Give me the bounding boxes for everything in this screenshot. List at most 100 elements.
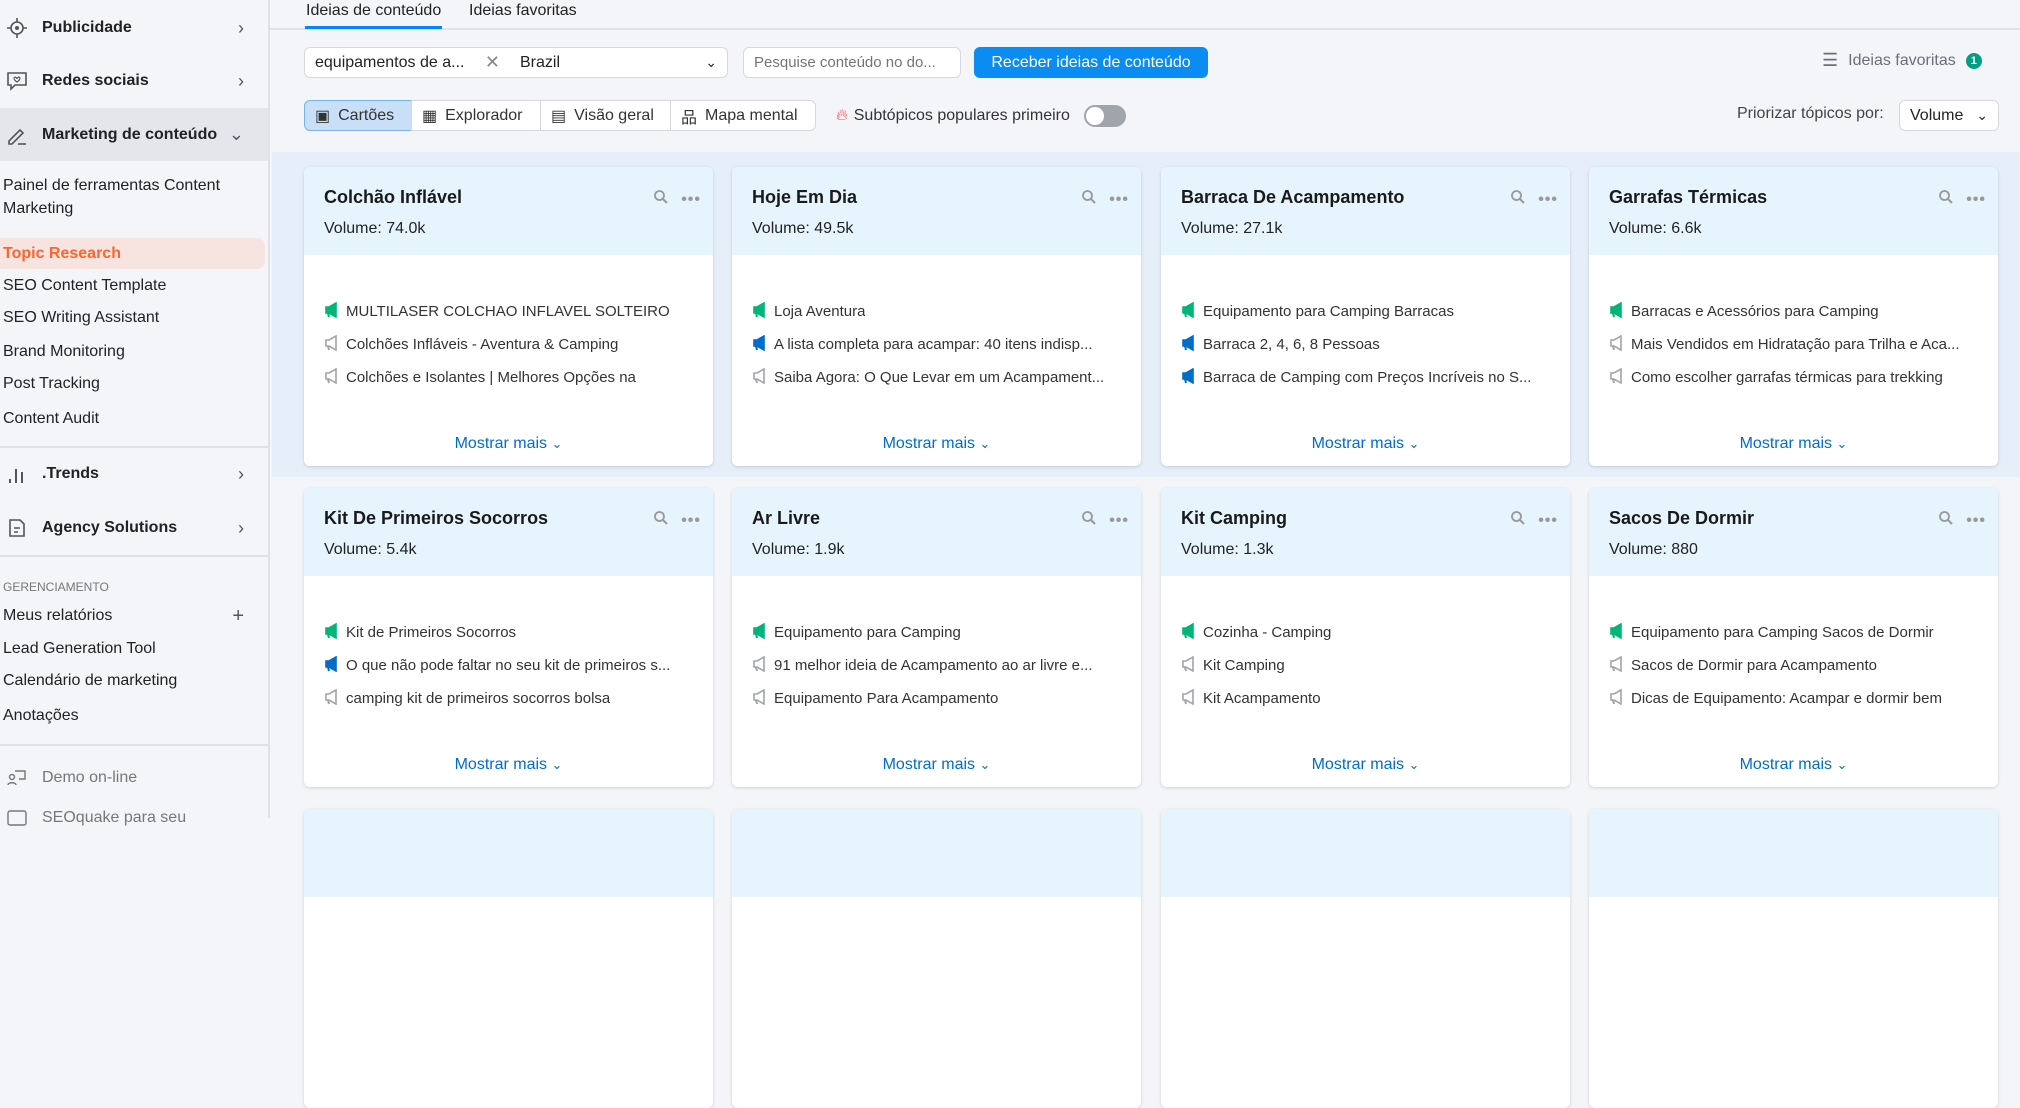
headline-item[interactable]: Mais Vendidos em Hidratação para Trilha … <box>1609 328 1978 361</box>
sidebar-item-agency-solutions[interactable]: Agency Solutions › <box>0 508 268 548</box>
plus-icon[interactable]: + <box>232 605 244 628</box>
headline-item[interactable]: Como escolher garrafas térmicas para tre… <box>1609 361 1978 394</box>
topic-card[interactable]: Sacos De Dormir Volume: 880 ••• Equipamen… <box>1589 488 1998 787</box>
show-more-link[interactable]: Mostrar mais ⌄ <box>304 435 713 453</box>
headline-item[interactable]: Equipamento para Camping Sacos de Dormir <box>1609 616 1978 649</box>
headline-item[interactable]: MULTILASER COLCHAO INFLAVEL SOLTEIRO <box>324 295 693 328</box>
more-options-icon[interactable]: ••• <box>1966 191 1986 209</box>
show-more-link[interactable]: Mostrar mais ⌄ <box>1161 756 1570 774</box>
search-icon[interactable] <box>1938 189 1954 210</box>
headline-item[interactable]: Kit de Primeiros Socorros <box>324 616 693 649</box>
headline-item[interactable]: Barraca 2, 4, 6, 8 Pessoas <box>1181 328 1550 361</box>
headline-item[interactable]: Sacos de Dormir para Acampamento <box>1609 649 1978 682</box>
show-more-link[interactable]: Mostrar mais ⌄ <box>1589 435 1998 453</box>
sidebar-item-painel[interactable]: Painel de ferramentas Content Marketing <box>0 174 268 220</box>
tab-ideias-favoritas[interactable]: Ideias favoritas <box>468 2 578 26</box>
sidebar-item-label: Painel de ferramentas Content Marketing <box>3 177 221 217</box>
headline-item[interactable]: Kit Acampamento <box>1181 682 1550 715</box>
topic-card[interactable]: Colchão Inflável Volume: 74.0k ••• MULTIL… <box>304 167 713 466</box>
topic-card[interactable]: Ar Livre Volume: 1.9k ••• Equipamento par… <box>732 488 1141 787</box>
topic-card[interactable]: Kit De Primeiros Socorros Volume: 5.4k ••… <box>304 488 713 787</box>
target-icon <box>7 18 27 38</box>
headline-list: Cozinha - Camping Kit Camping Kit Acampame… <box>1161 576 1570 715</box>
more-options-icon[interactable]: ••• <box>1109 512 1129 530</box>
more-options-icon[interactable]: ••• <box>681 191 701 209</box>
get-ideas-button[interactable]: Receber ideias de conteúdo <box>974 47 1208 78</box>
sidebar-item-brand-monitoring[interactable]: Brand Monitoring <box>0 340 268 364</box>
headline-text: A lista completa para acampar: 40 itens … <box>774 336 1093 353</box>
popular-subtopics-toggle[interactable]: 🔥︎ Subtópicos populares primeiro <box>836 105 1126 127</box>
domain-search-input[interactable] <box>743 47 961 78</box>
view-cards-button[interactable]: ▣ Cartões <box>304 100 412 131</box>
view-explorer-button[interactable]: ▦ Explorador <box>411 100 541 131</box>
search-icon[interactable] <box>653 189 669 210</box>
show-more-link[interactable]: Mostrar mais ⌄ <box>732 756 1141 774</box>
topic-card[interactable]: Hoje Em Dia Volume: 49.5k ••• Loja Aventu… <box>732 167 1141 466</box>
headline-item[interactable]: camping kit de primeiros socorros bolsa <box>324 682 693 715</box>
headline-item[interactable]: O que não pode faltar no seu kit de prim… <box>324 649 693 682</box>
headline-item[interactable]: Dicas de Equipamento: Acampar e dormir b… <box>1609 682 1978 715</box>
fire-icon: 🔥︎ <box>836 107 848 124</box>
sidebar-item-content-audit[interactable]: Content Audit <box>0 407 268 431</box>
view-mindmap-button[interactable]: 品 Mapa mental <box>670 100 816 131</box>
show-more-link[interactable]: Mostrar mais ⌄ <box>304 756 713 774</box>
headline-item[interactable]: Barraca de Camping com Preços Incríveis … <box>1181 361 1550 394</box>
search-icon[interactable] <box>1081 189 1097 210</box>
headline-text: Cozinha - Camping <box>1203 624 1332 641</box>
sidebar-item-lead-generation[interactable]: Lead Generation Tool <box>0 637 268 661</box>
headline-item[interactable]: Cozinha - Camping <box>1181 616 1550 649</box>
search-icon[interactable] <box>1510 510 1526 531</box>
headline-item[interactable]: Equipamento para Camping Barracas <box>1181 295 1550 328</box>
sidebar-item-seo-content-template[interactable]: SEO Content Template <box>0 274 268 298</box>
show-more-link[interactable]: Mostrar mais ⌄ <box>732 435 1141 453</box>
sidebar-item-demo[interactable]: Demo on-line <box>0 758 268 798</box>
sidebar-item-topic-research[interactable]: Topic Research <box>0 238 265 269</box>
topic-card[interactable]: Garrafas Térmicas Volume: 6.6k ••• Barrac… <box>1589 167 1998 466</box>
sort-select[interactable]: Volume ⌄ <box>1899 100 1999 131</box>
headline-item[interactable]: Kit Camping <box>1181 649 1550 682</box>
headline-item[interactable]: Colchões Infláveis - Aventura & Camping <box>324 328 693 361</box>
headline-item[interactable]: Barracas e Acessórios para Camping <box>1609 295 1978 328</box>
headline-item[interactable]: 91 melhor ideia de Acampamento ao ar liv… <box>752 649 1121 682</box>
headline-item[interactable]: Equipamento para Camping <box>752 616 1121 649</box>
country-select[interactable]: Brazil ⌄ <box>510 47 728 78</box>
headline-item[interactable]: Colchões e Isolantes | Melhores Opções n… <box>324 361 693 394</box>
search-icon[interactable] <box>1081 510 1097 531</box>
clear-icon[interactable]: ✕ <box>485 52 500 73</box>
topic-card[interactable]: Barraca De Acampamento Volume: 27.1k ••• … <box>1161 167 1570 466</box>
search-icon[interactable] <box>653 510 669 531</box>
view-overview-button[interactable]: ▤ Visão geral <box>540 100 671 131</box>
sidebar-item-meus-relatorios[interactable]: Meus relatórios + <box>0 604 268 628</box>
headline-item[interactable]: A lista completa para acampar: 40 itens … <box>752 328 1121 361</box>
sidebar-item-post-tracking[interactable]: Post Tracking <box>0 372 268 396</box>
more-options-icon[interactable]: ••• <box>1538 191 1558 209</box>
search-icon[interactable] <box>1510 189 1526 210</box>
sidebar-item-redes-sociais[interactable]: Redes sociais › <box>0 61 268 101</box>
overview-icon: ▤ <box>551 107 567 125</box>
more-options-icon[interactable]: ••• <box>1109 191 1129 209</box>
headline-item[interactable]: Saiba Agora: O Que Levar em um Acampamen… <box>752 361 1121 394</box>
more-options-icon[interactable]: ••• <box>681 512 701 530</box>
card-volume: Volume: 1.3k <box>1181 541 1274 558</box>
headline-item[interactable]: Loja Aventura <box>752 295 1121 328</box>
view-label: Cartões <box>338 106 395 124</box>
show-more-link[interactable]: Mostrar mais ⌄ <box>1161 435 1570 453</box>
more-options-icon[interactable]: ••• <box>1538 512 1558 530</box>
sidebar-item-trends[interactable]: .Trends › <box>0 454 268 494</box>
sidebar-item-publicidade[interactable]: Publicidade › <box>0 8 268 48</box>
sidebar-item-calendario[interactable]: Calendário de marketing <box>0 669 268 693</box>
sidebar-item-seo-writing-assistant[interactable]: SEO Writing Assistant <box>0 306 268 330</box>
topic-card[interactable]: Kit Camping Volume: 1.3k ••• Cozinha - Ca… <box>1161 488 1570 787</box>
sidebar-item-marketing-de-conteudo[interactable]: Marketing de conteúdo ⌄ <box>0 108 268 161</box>
sidebar-item-anotacoes[interactable]: Anotações <box>0 704 268 728</box>
show-more-link[interactable]: Mostrar mais ⌄ <box>1589 756 1998 774</box>
more-options-icon[interactable]: ••• <box>1966 512 1986 530</box>
tab-ideias-de-conteudo[interactable]: Ideias de conteúdo <box>305 2 443 29</box>
topic-input[interactable]: equipamentos de a... ✕ <box>304 47 511 78</box>
search-icon[interactable] <box>1938 510 1954 531</box>
sidebar-item-seoquake[interactable]: SEOquake para seu <box>0 798 268 838</box>
toggle-switch[interactable] <box>1083 105 1126 127</box>
headline-text: Colchões e Isolantes | Melhores Opções n… <box>346 369 636 386</box>
favorites-link[interactable]: ☰ Ideias favoritas 1 <box>1822 50 1982 71</box>
headline-item[interactable]: Equipamento Para Acampamento <box>752 682 1121 715</box>
